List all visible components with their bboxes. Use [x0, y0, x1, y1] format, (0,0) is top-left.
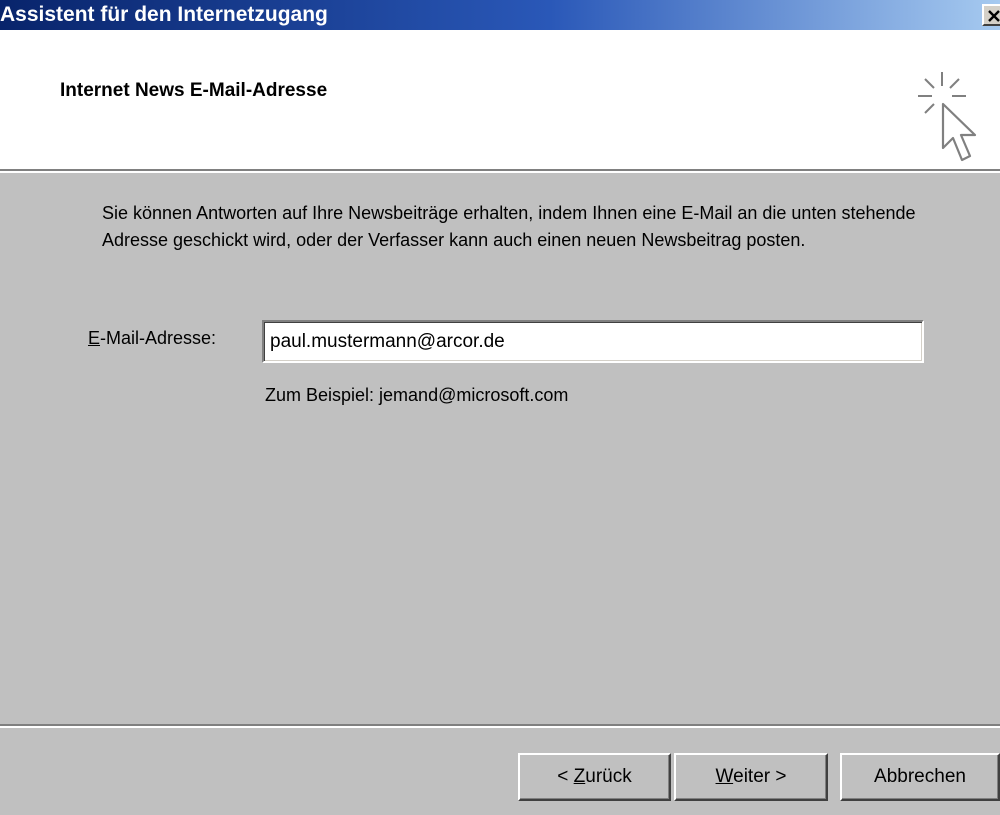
email-label-mnemonic: E: [88, 328, 101, 348]
back-button-label: urück: [585, 766, 632, 787]
wizard-cursor-sparkle-icon: [918, 72, 977, 162]
wizard-content: Sie können Antworten auf Ihre Newsbeiträ…: [0, 173, 1000, 723]
window-title: Assistent für den Internetzugang: [0, 3, 328, 26]
close-icon: [988, 10, 1000, 22]
footer-divider-highlight: [0, 726, 1000, 728]
email-label: E-Mail-Adresse:: [88, 328, 216, 349]
next-button[interactable]: Weiter >: [674, 753, 828, 801]
page-title: Internet News E-Mail-Adresse: [60, 80, 328, 101]
example-hint: Zum Beispiel: jemand@microsoft.com: [265, 385, 569, 405]
next-button-mnemonic: W: [715, 766, 734, 787]
close-button[interactable]: [982, 4, 1000, 26]
back-button-prefix: <: [557, 766, 574, 787]
back-button-mnemonic: Z: [573, 766, 586, 787]
title-bar: Assistent für den Internetzugang: [0, 0, 1000, 30]
next-button-label: eiter >: [733, 766, 787, 787]
back-button[interactable]: < Zurück: [518, 753, 671, 801]
cancel-button[interactable]: Abbrechen: [840, 753, 1000, 801]
email-field[interactable]: [262, 320, 924, 363]
email-label-text: -Mail-Adresse:: [100, 328, 217, 348]
description-text: Sie können Antworten auf Ihre Newsbeiträ…: [102, 203, 916, 250]
wizard-header: Internet News E-Mail-Adresse: [0, 30, 1000, 169]
